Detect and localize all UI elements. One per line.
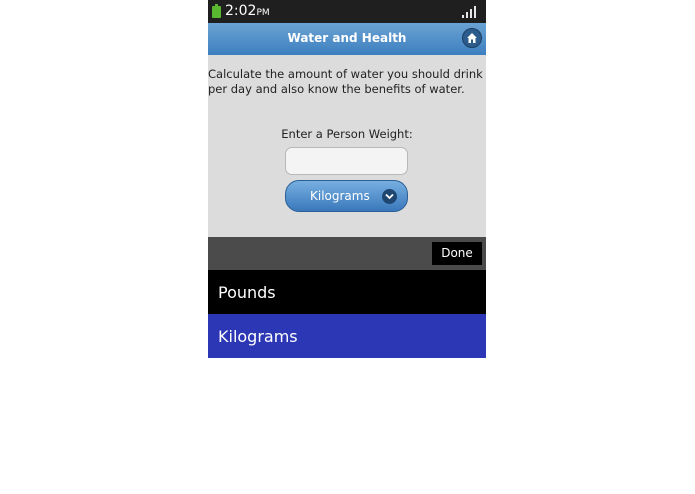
phone-screen: 2:02PM Water and Health Calculate the am… <box>208 0 486 358</box>
weight-label: Enter a Person Weight: <box>281 127 413 141</box>
home-button[interactable] <box>462 28 482 48</box>
intro-text: Calculate the amount of water you should… <box>208 67 483 96</box>
status-bar: 2:02PM <box>208 0 486 23</box>
chevron-down-icon <box>382 189 397 204</box>
weight-input[interactable] <box>285 147 408 175</box>
status-time-ampm: PM <box>256 8 270 18</box>
unit-select[interactable]: Kilograms <box>285 180 408 212</box>
done-button[interactable]: Done <box>432 242 482 265</box>
unit-select-value: Kilograms <box>310 189 370 203</box>
home-icon <box>467 33 477 43</box>
picker-option-label: Kilograms <box>218 327 298 346</box>
page-title: Water and Health <box>287 31 407 45</box>
status-time-value: 2:02 <box>225 3 257 19</box>
picker-option-pounds[interactable]: Pounds <box>208 270 486 314</box>
battery-icon <box>212 4 221 18</box>
picker-option-label: Pounds <box>218 283 276 302</box>
title-bar: Water and Health <box>208 23 486 55</box>
status-time: 2:02PM <box>225 3 270 22</box>
picker-toolbar: Done <box>208 237 486 270</box>
picker-option-kilograms[interactable]: Kilograms <box>208 314 486 358</box>
signal-icon <box>462 6 476 18</box>
